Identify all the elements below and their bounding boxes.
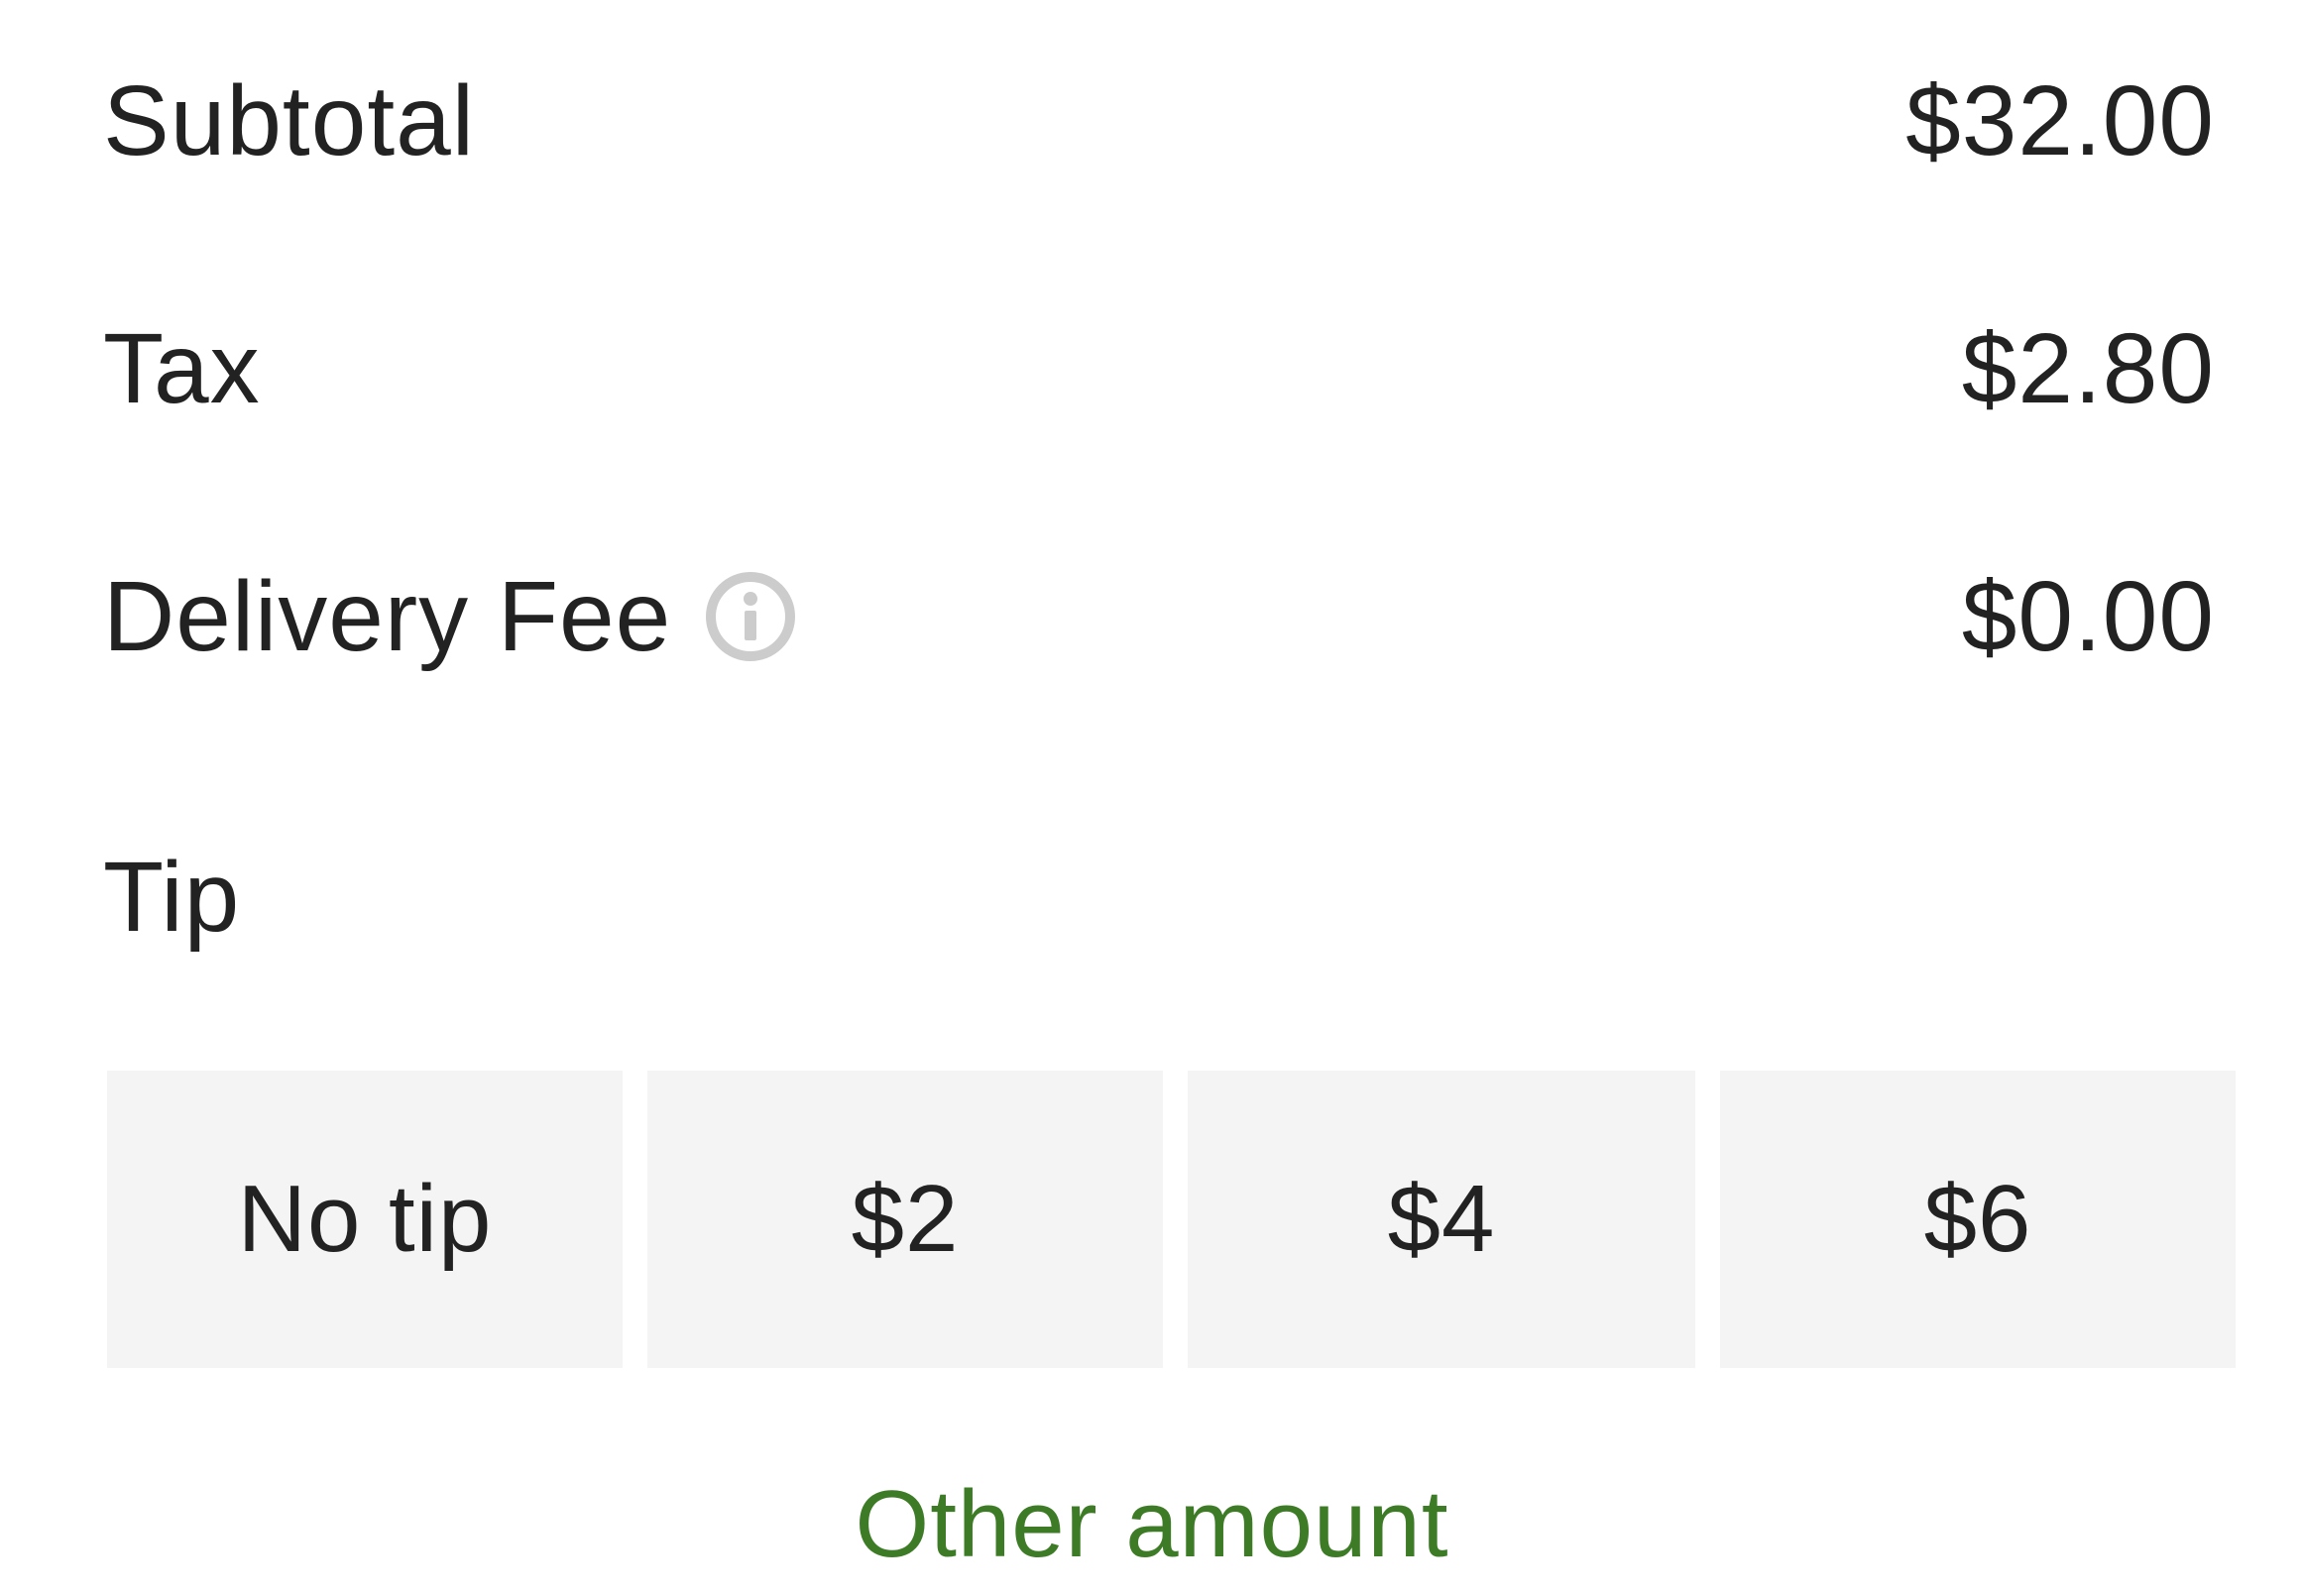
subtotal-label: Subtotal (103, 65, 475, 176)
delivery-fee-label-group: Delivery Fee (103, 567, 796, 666)
tip-option-4[interactable]: $4 (1188, 1071, 1695, 1368)
tip-option-2[interactable]: $2 (647, 1071, 1163, 1368)
tax-label: Tax (103, 313, 261, 424)
tip-label: Tip (103, 841, 241, 953)
delivery-fee-label: Delivery Fee (103, 561, 672, 672)
tax-row: Tax $2.80 (103, 309, 2215, 428)
subtotal-value: $32.00 (1905, 65, 2215, 176)
other-amount-container: Other amount (0, 1465, 2304, 1584)
tip-option-6[interactable]: $6 (1720, 1071, 2236, 1368)
delivery-fee-row: Delivery Fee $0.00 (103, 557, 2215, 676)
info-icon-graphic (706, 572, 796, 661)
delivery-fee-value: $0.00 (1961, 561, 2215, 672)
info-icon[interactable] (705, 571, 796, 662)
other-amount-link[interactable]: Other amount (856, 1470, 1449, 1579)
subtotal-row: Subtotal $32.00 (103, 61, 2215, 180)
tax-value: $2.80 (1961, 313, 2215, 424)
tip-option-no-tip[interactable]: No tip (107, 1071, 623, 1368)
